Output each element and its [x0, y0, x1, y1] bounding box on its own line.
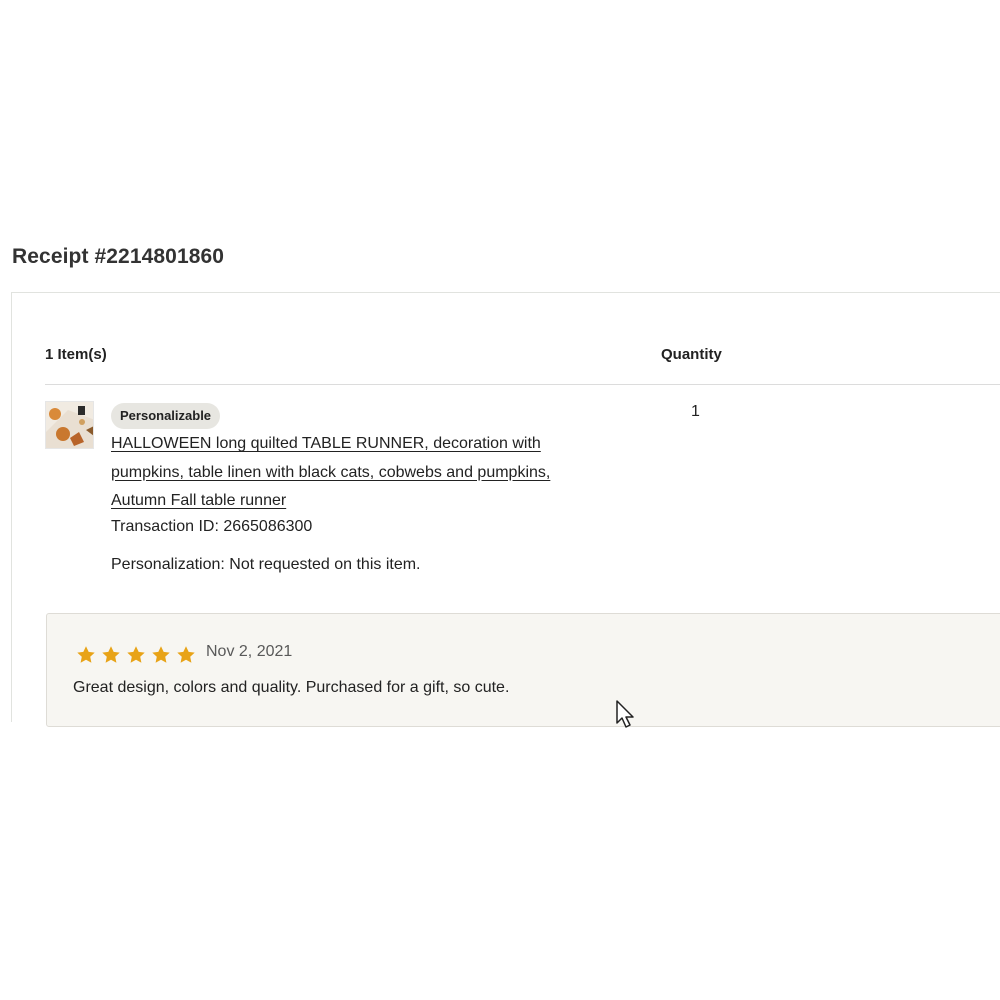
- personalizable-badge: Personalizable: [111, 403, 221, 429]
- item-title-link[interactable]: HALLOWEEN long quilted TABLE RUNNER, dec…: [111, 430, 591, 516]
- star-icon: [77, 646, 95, 663]
- star-rating: [75, 644, 200, 666]
- item-quantity: 1: [691, 403, 700, 420]
- review-text: Great design, colors and quality. Purcha…: [73, 679, 510, 696]
- product-image: [46, 402, 93, 448]
- review-date: Nov 2, 2021: [206, 643, 293, 660]
- mouse-cursor-icon: [616, 700, 634, 728]
- star-icon: [152, 646, 170, 663]
- review-panel: Nov 2, 2021 Great design, colors and qua…: [46, 613, 1000, 727]
- personalization-note: Personalization: Not requested on this i…: [111, 556, 421, 573]
- transaction-id: Transaction ID: 2665086300: [111, 518, 313, 535]
- receipt-card: 1 Item(s) Quantity Personalizable HALLOW…: [11, 292, 1000, 762]
- header-divider: [45, 384, 1000, 385]
- product-thumbnail[interactable]: [45, 401, 94, 449]
- receipt-title: Receipt #2214801860: [12, 245, 225, 268]
- star-icon: [177, 646, 195, 663]
- star-icon: [127, 646, 145, 663]
- star-icon: [102, 646, 120, 663]
- quantity-column-header: Quantity: [661, 346, 722, 363]
- items-column-header: 1 Item(s): [45, 346, 107, 363]
